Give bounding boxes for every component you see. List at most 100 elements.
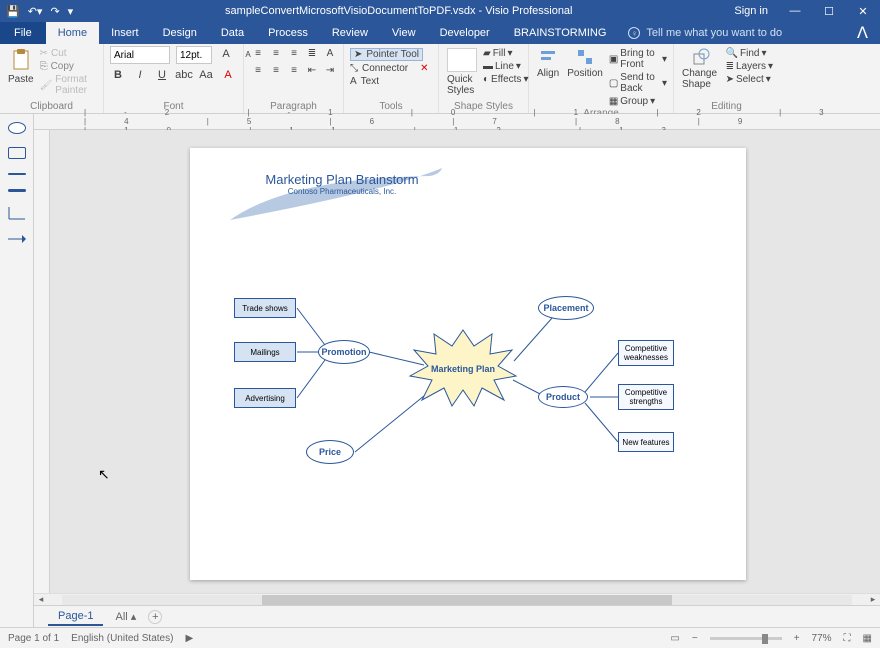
advertising-box[interactable]: Advertising [234, 388, 296, 408]
font-size-input[interactable] [176, 46, 212, 64]
layers-button[interactable]: ≣Layers▾ [726, 61, 773, 72]
shape-thumb-thick-line[interactable] [8, 189, 26, 192]
shape-thumb-rect[interactable] [8, 147, 26, 159]
new-features-box[interactable]: New features [618, 432, 674, 452]
bring-front-button[interactable]: ▣Bring to Front▾ [609, 48, 667, 70]
maximize-button[interactable]: ☐ [812, 0, 846, 22]
font-name-input[interactable] [110, 46, 170, 64]
redo-icon[interactable]: ↷ [50, 5, 59, 18]
bullets-button[interactable]: ≣ [304, 46, 320, 60]
align-icon [539, 48, 557, 66]
page-indicator: Page 1 of 1 [8, 633, 59, 644]
paste-button[interactable]: Paste [6, 46, 36, 87]
strikethrough-button[interactable]: abc [176, 67, 192, 83]
close-button[interactable]: ✕ [846, 0, 880, 22]
shape-thumb-line[interactable] [8, 173, 26, 175]
tab-developer[interactable]: Developer [428, 22, 502, 44]
format-painter-button[interactable]: 🖌Format Painter [40, 74, 97, 96]
tab-file[interactable]: File [0, 22, 46, 44]
select-button[interactable]: ➤Select▾ [726, 74, 773, 85]
tab-insert[interactable]: Insert [99, 22, 151, 44]
zoom-level[interactable]: 77% [812, 633, 832, 644]
position-button[interactable]: Position [565, 46, 605, 81]
italic-button[interactable]: I [132, 67, 148, 83]
decrease-indent-button[interactable]: ⇤ [304, 63, 320, 77]
effects-dropdown[interactable]: ◐Effects▾ [483, 74, 528, 85]
language-indicator[interactable]: English (United States) [71, 633, 173, 644]
product-topic[interactable]: Product [538, 386, 588, 408]
page-tab-all[interactable]: All ▴ [115, 610, 136, 623]
shape-thumb-arrow[interactable] [8, 234, 26, 244]
scroll-thumb[interactable] [262, 595, 672, 605]
find-button[interactable]: 🔍Find▾ [726, 48, 773, 59]
tab-view[interactable]: View [380, 22, 428, 44]
fit-page-button[interactable]: ⛶ [844, 633, 851, 644]
fill-dropdown[interactable]: ▰Fill▾ [483, 48, 528, 59]
save-icon[interactable]: 💾 [6, 5, 20, 18]
placement-topic[interactable]: Placement [538, 296, 594, 320]
promotion-topic[interactable]: Promotion [318, 340, 370, 364]
text-tool-button[interactable]: AText [350, 76, 379, 87]
copy-button[interactable]: ⎘Copy [40, 61, 97, 72]
switch-windows-button[interactable]: ▦ [863, 633, 872, 644]
increase-indent-button[interactable]: ⇥ [322, 63, 338, 77]
pointer-tool-button[interactable]: ➤Pointer Tool [350, 48, 423, 61]
undo-icon[interactable]: ↶▾ [28, 5, 43, 18]
group-button[interactable]: ▦Group▾ [609, 96, 667, 107]
tell-me-search[interactable]: ♀ Tell me what you want to do [628, 22, 782, 44]
trade-shows-box[interactable]: Trade shows [234, 298, 296, 318]
align-top-button[interactable]: ≡ [250, 46, 266, 60]
cut-button[interactable]: ✂Cut [40, 48, 97, 59]
change-shape-button[interactable]: Change Shape [680, 46, 722, 92]
central-topic-shape[interactable]: Marketing Plan [408, 328, 518, 408]
presentation-mode-button[interactable]: ▭ [670, 633, 679, 644]
align-right-button[interactable]: ≡ [286, 63, 302, 77]
competitive-strengths-box[interactable]: Competitive strengths [618, 384, 674, 410]
tab-review[interactable]: Review [320, 22, 380, 44]
shape-thumb-ellipse[interactable] [8, 122, 26, 134]
align-middle-button[interactable]: ≡ [268, 46, 284, 60]
quick-styles-button[interactable]: Quick Styles [445, 46, 479, 98]
bold-button[interactable]: B [110, 67, 126, 83]
macro-record-icon[interactable]: ▶ [185, 633, 193, 644]
group-icon: ▦ [609, 96, 618, 107]
align-center-button[interactable]: ≡ [268, 63, 284, 77]
align-left-button[interactable]: ≡ [250, 63, 266, 77]
competitive-weaknesses-box[interactable]: Competitive weaknesses [618, 340, 674, 366]
mailings-box[interactable]: Mailings [234, 342, 296, 362]
send-back-button[interactable]: ▢Send to Back▾ [609, 72, 667, 94]
align-bottom-button[interactable]: ≡ [286, 46, 302, 60]
add-page-button[interactable]: + [148, 610, 162, 624]
tab-design[interactable]: Design [151, 22, 209, 44]
tab-process[interactable]: Process [256, 22, 320, 44]
connector-tool-button[interactable]: ⤡Connector ✕ [350, 63, 429, 74]
zoom-in-button[interactable]: + [794, 633, 800, 644]
status-bar: Page 1 of 1 English (United States) ▶ ▭ … [0, 627, 880, 648]
horizontal-scrollbar[interactable]: ◂ ▸ [34, 593, 880, 605]
tab-data[interactable]: Data [209, 22, 256, 44]
tab-brainstorming[interactable]: BRAINSTORMING [502, 22, 619, 44]
text-direction-button[interactable]: A [322, 46, 338, 60]
minimize-button[interactable]: — [778, 0, 812, 22]
increase-font-button[interactable]: A [218, 46, 234, 62]
text-highlight-button[interactable]: Aa [198, 67, 214, 83]
scroll-left-arrow[interactable]: ◂ [34, 594, 48, 605]
drawing-page[interactable]: Marketing Plan Brainstorm Contoso Pharma… [190, 148, 746, 580]
line-dropdown[interactable]: ▬Line▾ [483, 61, 528, 72]
page-tab-1[interactable]: Page-1 [48, 608, 103, 626]
underline-button[interactable]: U [154, 67, 170, 83]
diagram-subtitle: Contoso Pharmaceuticals, Inc. [232, 187, 452, 196]
font-color-button[interactable]: A [220, 67, 236, 83]
window-title: sampleConvertMicrosoftVisioDocumentToPDF… [73, 5, 724, 17]
price-topic[interactable]: Price [306, 440, 354, 464]
shape-thumb-axis[interactable] [8, 206, 26, 220]
delete-icon[interactable]: ✕ [420, 63, 428, 74]
tab-home[interactable]: Home [46, 22, 99, 44]
canvas[interactable]: Marketing Plan Brainstorm Contoso Pharma… [50, 130, 880, 593]
scroll-right-arrow[interactable]: ▸ [866, 594, 880, 605]
sign-in-link[interactable]: Sign in [724, 5, 778, 17]
align-button[interactable]: Align [535, 46, 561, 81]
collapse-ribbon-icon[interactable]: ᐱ [845, 22, 880, 44]
zoom-out-button[interactable]: − [692, 633, 698, 644]
zoom-slider[interactable] [710, 637, 782, 640]
